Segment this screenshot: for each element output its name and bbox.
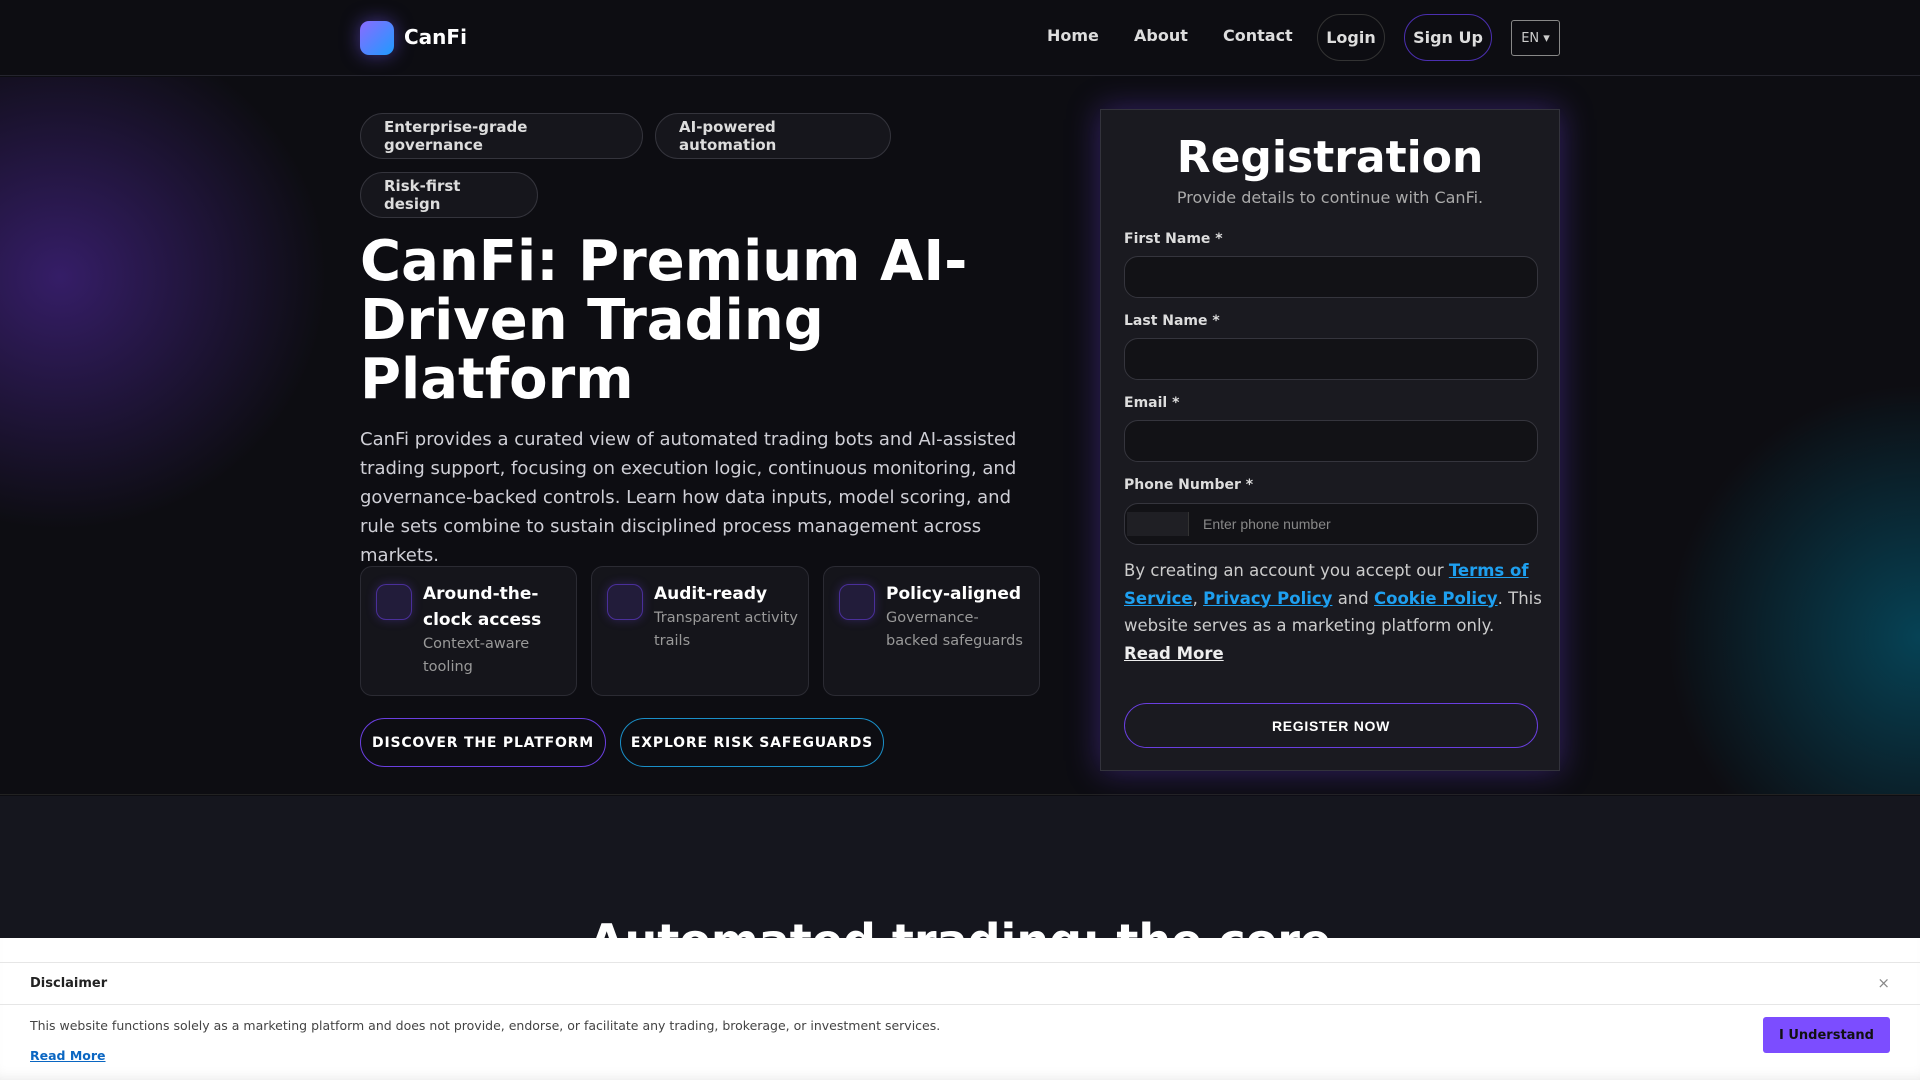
feature-desc: Transparent activity trails — [654, 610, 798, 649]
badge-label: AI-powered automation — [679, 118, 777, 154]
feature-card: Policy-aligned Governance-backed safegua… — [823, 566, 1040, 696]
login-button[interactable]: Login — [1317, 14, 1385, 61]
discover-platform-button[interactable]: DISCOVER THE PLATFORM — [360, 718, 606, 767]
feature-icon — [839, 584, 875, 620]
email-label: Email * — [1124, 395, 1180, 411]
feature-icon — [376, 584, 412, 620]
terms-text: By creating an account you accept our Te… — [1124, 557, 1544, 667]
form-subtitle: Provide details to continue with CanFi. — [1176, 188, 1484, 207]
feature-desc: Context-aware tooling — [423, 636, 530, 675]
country-code-select[interactable] — [1127, 512, 1189, 536]
phone-input[interactable] — [1203, 504, 1523, 544]
badge-risk: Risk-first design — [360, 172, 538, 218]
privacy-link[interactable]: Privacy Policy — [1203, 589, 1332, 608]
disclaimer-text: This website functions solely as a marke… — [30, 1018, 941, 1033]
explore-risk-button[interactable]: EXPLORE RISK SAFEGUARDS — [620, 718, 884, 767]
disclaimer-header: Disclaimer × — [0, 962, 1920, 1005]
badge-governance: Enterprise-grade governance — [360, 113, 643, 159]
disclaimer-read-more[interactable]: Read More — [30, 1048, 106, 1063]
nav-contact[interactable]: Contact — [1223, 26, 1293, 45]
disclaimer-banner: Disclaimer × This website functions sole… — [0, 938, 1920, 1080]
hero-description: CanFi provides a curated view of automat… — [360, 429, 1017, 566]
phone-label: Phone Number * — [1124, 477, 1254, 493]
top-navbar: CanFi Home About Contact Login Sign Up E… — [0, 0, 1920, 76]
disclaimer-title: Disclaimer — [30, 976, 108, 991]
first-name-label: First Name * — [1124, 231, 1223, 247]
signup-button[interactable]: Sign Up — [1404, 14, 1492, 61]
comma: , — [1192, 588, 1204, 608]
understand-button[interactable]: I Understand — [1763, 1017, 1890, 1053]
feature-desc: Governance-backed safeguards — [886, 610, 1023, 649]
last-name-input[interactable] — [1124, 338, 1538, 380]
registration-form: Registration Provide details to continue… — [1100, 109, 1560, 771]
close-icon[interactable]: × — [1877, 974, 1890, 992]
last-name-label: Last Name * — [1124, 313, 1220, 329]
terms-prefix: By creating an account you accept our — [1124, 561, 1449, 580]
read-more-link[interactable]: Read More — [1124, 644, 1224, 663]
feature-card: Audit-ready Transparent activity trails — [591, 566, 809, 696]
language-select[interactable]: EN ▾ — [1511, 20, 1560, 56]
feature-title: Around-the-clock access — [423, 584, 542, 630]
form-title: Registration — [1176, 132, 1484, 183]
hero-title: CanFi: Premium AI-Driven Trading Platfor… — [360, 229, 968, 412]
feature-icon — [607, 584, 643, 620]
register-button[interactable]: REGISTER NOW — [1124, 703, 1538, 748]
cookie-link[interactable]: Cookie Policy — [1374, 589, 1498, 608]
email-input[interactable] — [1124, 420, 1538, 462]
badge-automation: AI-powered automation — [655, 113, 891, 159]
feature-title: Audit-ready — [654, 584, 768, 604]
logo-icon[interactable] — [360, 21, 394, 55]
and-text: and — [1332, 588, 1374, 608]
feature-title: Policy-aligned — [886, 584, 1022, 604]
first-name-input[interactable] — [1124, 256, 1538, 298]
badge-label: Enterprise-grade governance — [384, 118, 528, 154]
nav-about[interactable]: About — [1134, 26, 1188, 45]
brand-name[interactable]: CanFi — [404, 25, 467, 49]
feature-card: Around-the-clock access Context-aware to… — [360, 566, 577, 696]
nav-home[interactable]: Home — [1047, 26, 1099, 45]
badge-label: Risk-first design — [384, 177, 461, 213]
phone-field — [1124, 503, 1538, 545]
